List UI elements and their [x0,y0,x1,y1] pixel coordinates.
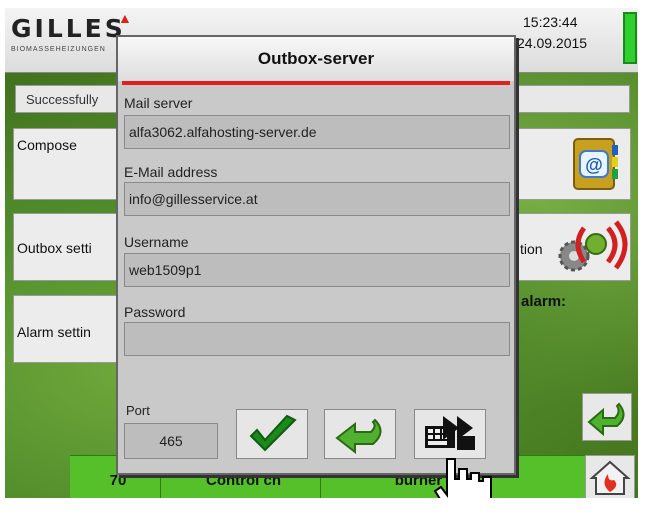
email-field[interactable]: info@gillesservice.at [124,182,510,216]
alarm-settings-label: Alarm settin [17,324,91,340]
title-divider [122,81,510,85]
svg-text:@: @ [585,155,603,175]
username-label: Username [124,234,189,250]
alarm-text: alarm: [521,293,567,310]
hand-pointer-icon [433,458,492,498]
connection-button[interactable]: tion [515,213,631,281]
compose-button[interactable]: Compose [13,128,133,200]
main-back-button[interactable] [582,393,632,441]
password-field[interactable] [124,322,510,356]
email-label: E-Mail address [124,164,218,180]
dialog-title: Outbox-server [257,49,375,68]
logo-flame-icon: ▲ [118,10,132,26]
back-arrow-icon [335,418,382,455]
keyboard-icon [425,416,475,450]
hmi-screen: GILLES ▲ BIOMASSEHEIZUNGEN 15:23:44 24.0… [5,8,638,498]
back-button[interactable] [324,409,396,459]
mail-server-field[interactable]: alfa3062.alfahosting-server.de [124,115,510,149]
alarm-settings-button[interactable]: Alarm settin [13,295,133,363]
port-label: Port [126,403,150,418]
password-label: Password [124,304,186,320]
outbox-settings-button[interactable]: Outbox setti [13,213,133,281]
mail-server-label: Mail server [124,95,193,111]
clock-date: 24.09.2015 [517,35,588,51]
outbox-settings-label: Outbox setti [17,240,92,256]
address-book-button[interactable]: @ [515,128,631,200]
confirm-button[interactable] [236,409,308,459]
keyboard-button[interactable] [414,409,486,459]
address-book-icon: @ [573,138,618,190]
home-button[interactable] [585,455,635,498]
compose-label: Compose [17,137,77,153]
connection-gear-icon [558,220,628,272]
dialog-title-bar: Outbox-server [118,37,514,81]
outbox-server-dialog: Outbox-server Mail server alfa3062.alfah… [116,35,516,475]
back-arrow-icon [587,402,625,437]
home-flame-icon [589,460,631,495]
brand-subtitle: BIOMASSEHEIZUNGEN [11,46,106,53]
clock-time: 15:23:44 [523,14,578,30]
port-field[interactable]: 465 [124,423,218,459]
brand-logo: GILLES [11,14,126,43]
signal-level-icon [623,12,637,64]
username-field[interactable]: web1509p1 [124,253,510,287]
checkmark-icon [249,414,297,452]
